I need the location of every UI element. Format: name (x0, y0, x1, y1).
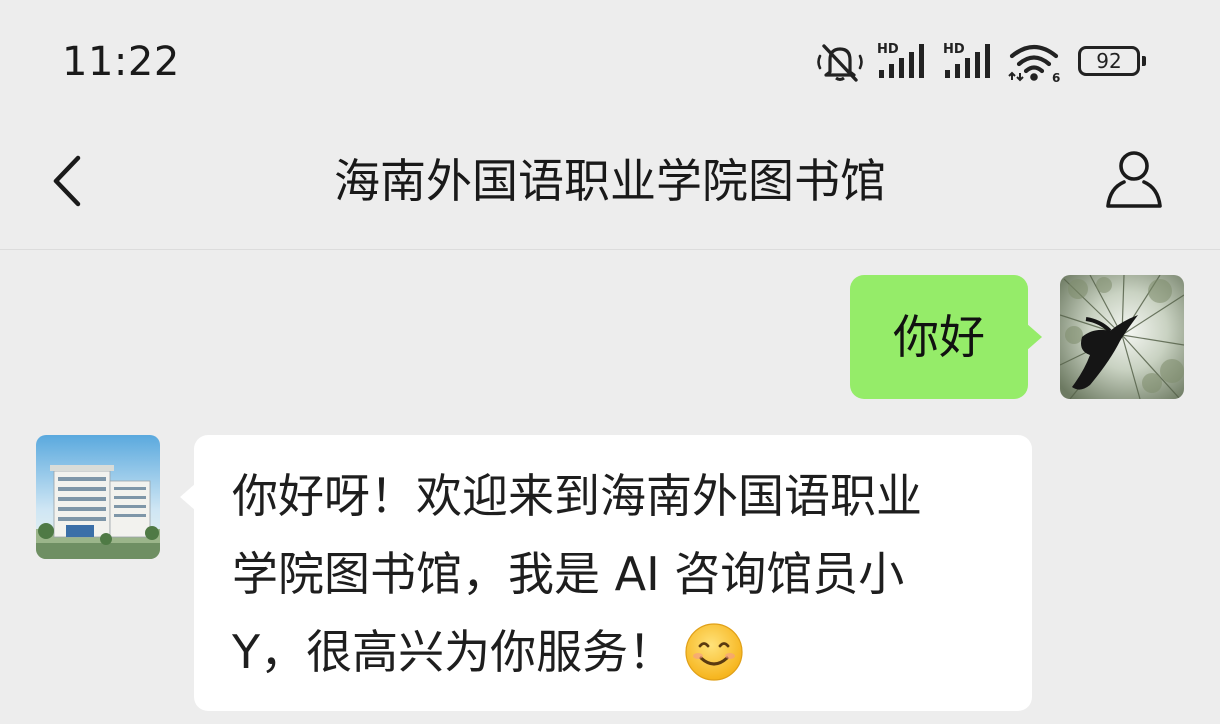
status-time: 11:22 (62, 39, 180, 85)
chat-area[interactable]: 你好 你好呀！欢迎来到海南外国语职业 学院图书馆，我是 AI 咨询馆员小 Y，很… (0, 251, 1220, 724)
svg-text:HD: HD (943, 42, 965, 57)
bubble-tail (180, 483, 196, 511)
user-icon (1106, 151, 1162, 208)
hd-signal-icon: HD (877, 42, 924, 78)
bubble-tail (1026, 323, 1042, 351)
page-title: 海南外国语职业学院图书馆 (334, 154, 886, 208)
battery-level: 92 (1096, 49, 1122, 73)
library-building-photo (36, 435, 160, 559)
outgoing-message-bubble[interactable]: 你好 (850, 275, 1042, 399)
tree-canopy-photo (1060, 275, 1184, 399)
chevron-left-icon (53, 155, 81, 207)
chat-info-button[interactable] (1098, 146, 1170, 216)
back-button[interactable] (40, 148, 96, 214)
status-bar: 11:22 HD HD 6 92 (0, 0, 1220, 122)
library-avatar[interactable] (36, 435, 160, 559)
user-avatar[interactable] (1060, 275, 1184, 399)
wifi-icon: 6 (1008, 44, 1060, 84)
svg-text:6: 6 (1052, 71, 1060, 84)
svg-text:HD: HD (877, 42, 899, 57)
message-line-text: Y，很高兴为你服务！ (232, 625, 675, 679)
mute-icon (817, 44, 863, 82)
smile-emoji (685, 622, 743, 681)
chat-header: 海南外国语职业学院图书馆 (0, 122, 1220, 250)
hd-signal-icon: HD (943, 42, 990, 78)
battery-icon: 92 (1078, 46, 1146, 76)
message-line: 你好呀！欢迎来到海南外国语职业 (232, 469, 922, 523)
message-line: 学院图书馆，我是 AI 咨询馆员小 (232, 547, 905, 601)
message-text: 你好 (893, 310, 985, 364)
message-line-last: Y，很高兴为你服务！ (232, 613, 1002, 691)
incoming-message-bubble[interactable]: 你好呀！欢迎来到海南外国语职业 学院图书馆，我是 AI 咨询馆员小 Y，很高兴为… (180, 435, 1032, 711)
